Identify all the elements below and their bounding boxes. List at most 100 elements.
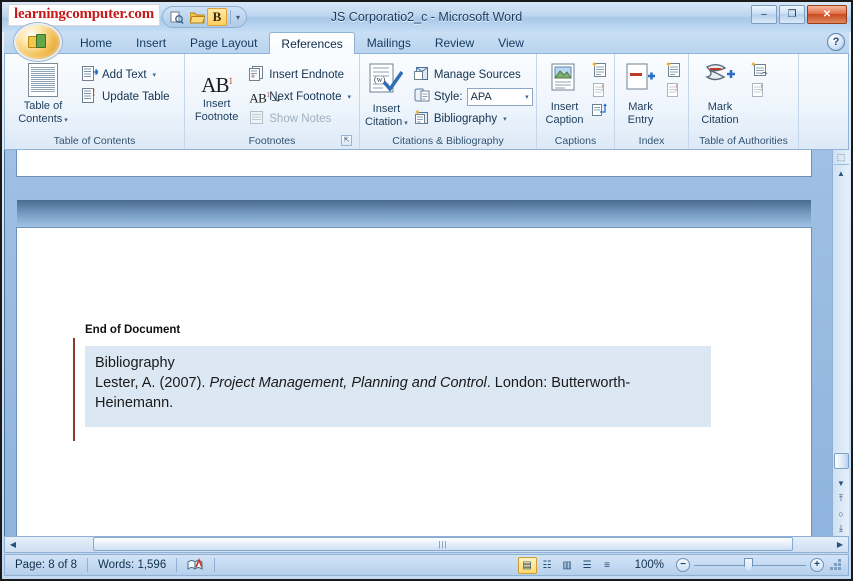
current-page[interactable]: End of Document Bibliography Lester, A. …: [17, 228, 811, 536]
bibliography-caret-icon[interactable]: ▾: [503, 115, 507, 123]
zoom-slider-track[interactable]: [694, 557, 806, 572]
mark-citation-label-line1: Mark: [707, 101, 733, 113]
scroll-left-button[interactable]: ◀: [5, 537, 21, 552]
update-table-of-figures-button[interactable]: !: [590, 82, 609, 100]
print-layout-view-button[interactable]: ▤: [517, 556, 537, 574]
insert-footnote-button[interactable]: AB1 Insert Footnote: [190, 59, 243, 123]
tab-references[interactable]: References: [269, 32, 355, 54]
svg-text:✦: ✦: [414, 110, 421, 117]
insert-table-of-authorities-button[interactable]: ✦: [749, 60, 770, 80]
horizontal-scrollbar[interactable]: ◀ ||| ▶: [4, 536, 849, 553]
zoom-level-label[interactable]: 100%: [627, 559, 672, 571]
toc-small-buttons: Add Text ▾ ! Update Table: [79, 59, 173, 107]
citation-author-year: Lester, A. (2007).: [95, 375, 206, 391]
footnotes-dialog-launcher[interactable]: ⇱: [341, 135, 352, 146]
page-indicator[interactable]: Page: 8 of 8: [5, 556, 87, 574]
manage-sources-button[interactable]: Manage Sources: [411, 64, 536, 85]
split-window-handle[interactable]: ⬚: [833, 150, 849, 165]
bibliography-button[interactable]: ✦ Bibliography ▾: [411, 108, 536, 129]
svg-text:!: !: [760, 83, 763, 93]
svg-text:✦: ✦: [751, 62, 757, 69]
ribbon-tab-strip: Home Insert Page Layout References Maili…: [4, 23, 849, 61]
vertical-scrollbar[interactable]: ⬚ ▲ ▼ ⤒ ○ ⤓: [832, 150, 849, 536]
insert-citation-caret-icon[interactable]: ▾: [404, 120, 408, 127]
mark-citation-button[interactable]: Mark Citation: [694, 59, 746, 126]
resize-grip[interactable]: [830, 559, 842, 571]
insert-table-of-authorities-icon: ✦: [750, 60, 768, 80]
vertical-scroll-track[interactable]: [833, 181, 849, 475]
draft-view-button[interactable]: ≡: [598, 557, 617, 574]
tab-mailings[interactable]: Mailings: [355, 32, 423, 53]
toc-caret-icon[interactable]: ▾: [64, 117, 68, 124]
print-preview-glyph: [170, 11, 184, 24]
update-table-of-authorities-button[interactable]: !: [749, 82, 770, 100]
quick-access-toolbar: B ▾: [162, 6, 248, 28]
tab-review[interactable]: Review: [423, 32, 486, 53]
full-screen-reading-view-button[interactable]: ☷: [538, 557, 557, 574]
customize-qat-icon[interactable]: ▾: [234, 13, 242, 22]
next-footnote-icon: AB1→: [249, 90, 282, 106]
zoom-out-button[interactable]: −: [676, 558, 690, 572]
group-body-footnotes: AB1 Insert Footnote i Insert Endnote AB1…: [190, 57, 354, 133]
scroll-right-button[interactable]: ▶: [832, 537, 848, 552]
open-icon[interactable]: [187, 8, 207, 26]
previous-page-button[interactable]: ⤒: [834, 491, 849, 506]
bold-icon[interactable]: B: [207, 8, 227, 26]
ribbon-group-table-of-authorities: Mark Citation ✦ !: [689, 54, 799, 149]
group-body-captions: Insert Caption ✦ !: [542, 57, 609, 133]
cross-reference-button[interactable]: [590, 102, 609, 120]
tab-page-layout[interactable]: Page Layout: [178, 32, 269, 53]
update-index-icon: !: [666, 82, 681, 100]
mark-entry-button[interactable]: Mark Entry: [620, 59, 661, 126]
horizontal-scroll-track[interactable]: |||: [21, 537, 832, 552]
word-count-indicator[interactable]: Words: 1,596: [88, 556, 176, 574]
chevron-down-icon[interactable]: ▾: [525, 93, 529, 101]
citation-title: Project Management, Planning and Control: [209, 375, 487, 391]
insert-endnote-button[interactable]: i Insert Endnote: [246, 64, 354, 85]
qat-separator: [230, 10, 231, 24]
print-preview-icon[interactable]: [167, 8, 187, 26]
web-layout-view-button[interactable]: ▥: [558, 557, 577, 574]
insert-footnote-label-line1: Insert: [202, 98, 231, 110]
help-icon[interactable]: ?: [827, 33, 845, 51]
bibliography-field[interactable]: Bibliography Lester, A. (2007). Project …: [73, 338, 711, 441]
minimize-button[interactable]: –: [751, 5, 777, 24]
next-footnote-caret-icon[interactable]: ▾: [347, 93, 351, 101]
tab-view[interactable]: View: [486, 32, 536, 53]
table-of-contents-icon: [28, 63, 58, 97]
update-table-button[interactable]: ! Update Table: [79, 86, 173, 107]
restore-button[interactable]: ❐: [779, 5, 805, 24]
citation-style-value: APA: [470, 90, 492, 103]
insert-index-button[interactable]: ✦: [664, 60, 683, 80]
add-text-caret-icon[interactable]: ▾: [153, 71, 157, 79]
document-canvas[interactable]: End of Document Bibliography Lester, A. …: [4, 150, 849, 536]
toc-label-line2: Contents: [18, 112, 63, 125]
select-browse-object-button[interactable]: ○: [834, 506, 849, 521]
table-of-contents-button[interactable]: Table of Contents ▾: [10, 59, 76, 127]
zoom-in-button[interactable]: +: [810, 558, 824, 572]
proofing-status-button[interactable]: [177, 556, 214, 574]
tab-home[interactable]: Home: [68, 32, 124, 53]
add-text-button[interactable]: Add Text ▾: [79, 64, 173, 85]
office-button[interactable]: [14, 23, 62, 61]
scroll-down-button[interactable]: ▼: [834, 475, 849, 491]
outline-view-button[interactable]: ☰: [578, 557, 597, 574]
close-button[interactable]: ✕: [807, 5, 847, 24]
next-page-button[interactable]: ⤓: [834, 521, 849, 536]
zoom-slider[interactable]: − +: [676, 557, 824, 572]
insert-citation-button[interactable]: (w) Insert Citation ▾: [365, 59, 408, 130]
vertical-scroll-thumb[interactable]: [833, 453, 849, 469]
zoom-slider-handle[interactable]: [744, 557, 753, 572]
citation-style-dropdown[interactable]: APA ▾: [466, 87, 533, 106]
horizontal-scroll-thumb[interactable]: |||: [93, 537, 793, 551]
tab-insert[interactable]: Insert: [124, 32, 178, 53]
show-notes-label: Show Notes: [269, 112, 332, 125]
footnotes-small-buttons: i Insert Endnote AB1→ Next Footnote ▾ Sh…: [246, 59, 354, 129]
insert-caption-button[interactable]: Insert Caption: [542, 59, 587, 126]
update-index-button[interactable]: !: [664, 82, 683, 100]
scroll-up-button[interactable]: ▲: [834, 165, 849, 181]
captions-small-buttons: ✦ !: [590, 59, 609, 120]
svg-text:i: i: [252, 72, 254, 80]
insert-table-of-figures-button[interactable]: ✦: [590, 60, 609, 80]
next-footnote-button[interactable]: AB1→ Next Footnote ▾: [246, 86, 354, 107]
